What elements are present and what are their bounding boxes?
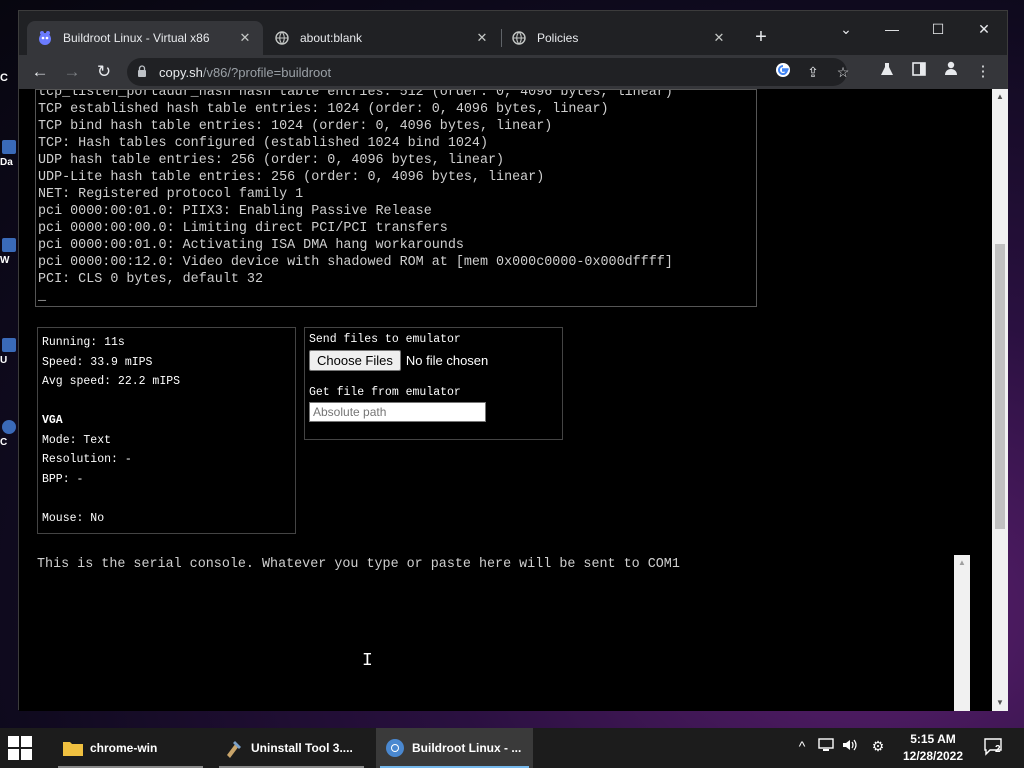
scroll-up-arrow-icon[interactable]: ▲ — [954, 555, 970, 571]
desktop-icon-fragment-1[interactable]: C — [0, 72, 18, 84]
close-icon[interactable]: ✕ — [711, 30, 727, 46]
desktop-app-icon — [2, 420, 16, 434]
new-tab-button[interactable]: + — [749, 25, 773, 49]
folder-icon — [62, 737, 84, 759]
taskbar-item-uninstall-tool[interactable]: Uninstall Tool 3.... — [215, 728, 368, 768]
tab-policies[interactable]: Policies ✕ — [501, 21, 737, 55]
tab-buildroot[interactable]: Buildroot Linux - Virtual x86 ✕ — [27, 21, 263, 55]
address-bar[interactable]: copy.sh/v86/?profile=buildroot ⇪ ☆ — [127, 58, 849, 86]
vga-mode: Mode: Text — [42, 433, 112, 447]
send-files-label: Send files to emulator — [309, 333, 461, 346]
tab-strip: Buildroot Linux - Virtual x86 ✕ about:bl… — [19, 11, 1007, 55]
settings-gear-icon[interactable]: ⚙ — [868, 738, 888, 755]
page-content: tcp_listen_portaddr_hash hash table entr… — [19, 89, 992, 711]
speed: Speed: 33.9 mIPS — [42, 355, 153, 369]
close-window-button[interactable]: ✕ — [961, 15, 1007, 43]
taskbar: chrome-win Uninstall Tool 3.... Buildroo… — [0, 728, 1024, 768]
chrome-icon — [384, 737, 406, 759]
google-icon[interactable] — [773, 62, 793, 82]
scroll-down-arrow-icon[interactable]: ▼ — [992, 695, 1008, 711]
desktop-icon-fragment-5[interactable]: C — [0, 420, 18, 448]
vga-resolution: Resolution: - — [42, 453, 132, 466]
desktop-icon-label: Da — [0, 157, 13, 168]
get-file-label: Get file from emulator — [309, 386, 461, 399]
scrollbar-thumb[interactable] — [995, 244, 1005, 529]
browser-toolbar: ← → ↻ copy.sh/v86/?profile=buildroot ⇪ ☆… — [19, 55, 1007, 89]
serial-scrollbar[interactable]: ▲ — [954, 555, 970, 711]
taskbar-item-label: Uninstall Tool 3.... — [251, 741, 353, 755]
desktop-icon-label: W — [0, 255, 10, 266]
reload-button[interactable]: ↻ — [92, 60, 116, 84]
running-time: Running: 11s — [42, 336, 125, 349]
taskbar-item-chrome-win[interactable]: chrome-win — [54, 728, 207, 768]
system-clock[interactable]: 5:15 AM 12/28/2022 — [895, 731, 971, 765]
uninstall-tool-icon — [223, 737, 245, 759]
no-file-text: No file chosen — [405, 353, 489, 368]
vga-bpp: BPP: - — [42, 472, 84, 486]
url-path: /v86/?profile=buildroot — [202, 64, 332, 80]
taskbar-item-label: Buildroot Linux - ... — [412, 741, 522, 755]
choose-files-button[interactable]: Choose Files — [309, 350, 401, 371]
tab-title: Buildroot Linux - Virtual x86 — [63, 31, 210, 45]
page-scrollbar[interactable]: ▲ ▼ — [992, 89, 1008, 711]
tab-search-button[interactable]: ⌄ — [823, 15, 869, 43]
network-icon[interactable] — [816, 738, 836, 755]
avg-speed: Avg speed: 22.2 mIPS — [42, 375, 181, 388]
chevron-up-icon[interactable]: ^ — [792, 738, 812, 754]
globe-icon — [511, 30, 527, 46]
volume-icon[interactable] — [840, 738, 860, 755]
clock-time: 5:15 AM — [910, 732, 956, 746]
vga-heading: VGA — [42, 414, 63, 427]
minimize-button[interactable]: — — [869, 15, 915, 43]
lock-icon — [137, 64, 149, 80]
close-icon[interactable]: ✕ — [474, 30, 490, 46]
forward-button[interactable]: → — [60, 60, 84, 84]
clock-date: 12/28/2022 — [902, 749, 964, 763]
desktop-icon-label: C — [0, 437, 8, 448]
notification-icon[interactable]: 2 — [984, 738, 1004, 756]
emulator-stats-panel: Running: 11s Speed: 33.9 mIPS Avg speed:… — [37, 327, 296, 534]
taskbar-item-buildroot[interactable]: Buildroot Linux - ... — [376, 728, 533, 768]
browser-window: Buildroot Linux - Virtual x86 ✕ about:bl… — [18, 10, 1008, 711]
mouse-status: Mouse: No — [42, 511, 105, 525]
desktop-icon-label: C — [0, 72, 8, 84]
kebab-menu-icon[interactable]: ⋮ — [971, 60, 995, 84]
back-button[interactable]: ← — [28, 60, 52, 84]
profile-icon[interactable] — [939, 60, 963, 84]
globe-icon — [274, 30, 290, 46]
desktop-icon-fragment-3[interactable]: W — [0, 238, 18, 266]
file-transfer-panel: Send files to emulator Choose Files No f… — [304, 327, 563, 440]
side-panel-icon[interactable] — [907, 60, 931, 84]
notification-count: 2 — [995, 744, 1001, 755]
taskbar-item-label: chrome-win — [90, 741, 158, 755]
tab-title: Policies — [537, 31, 579, 45]
close-icon[interactable]: ✕ — [237, 30, 253, 46]
absolute-path-input[interactable] — [309, 402, 486, 422]
desktop-icon-fragment-4[interactable]: U — [0, 338, 18, 366]
tab-title: about:blank — [300, 31, 363, 45]
tab-about-blank[interactable]: about:blank ✕ — [264, 21, 500, 55]
share-icon[interactable]: ⇪ — [803, 62, 823, 82]
text-cursor-icon: I — [362, 651, 373, 671]
desktop-app-icon — [2, 140, 16, 154]
desktop-app-icon — [2, 338, 16, 352]
vga-text-screen[interactable]: tcp_listen_portaddr_hash hash table entr… — [35, 89, 757, 307]
bookmark-star-icon[interactable]: ☆ — [833, 62, 853, 82]
serial-console-text: This is the serial console. Whatever you… — [37, 557, 680, 572]
v86-icon — [37, 30, 53, 46]
desktop-icon-fragment-2[interactable]: Da — [0, 140, 18, 168]
windows-start-icon[interactable] — [8, 736, 32, 760]
labs-flask-icon[interactable] — [875, 60, 899, 84]
maximize-button[interactable]: ☐ — [915, 15, 961, 43]
serial-console[interactable]: This is the serial console. Whatever you… — [35, 555, 970, 711]
desktop-app-icon — [2, 238, 16, 252]
desktop-icon-label: U — [0, 355, 8, 366]
url-host: copy.sh — [159, 64, 203, 80]
terminal-output: tcp_listen_portaddr_hash hash table entr… — [38, 89, 673, 304]
scroll-up-arrow-icon[interactable]: ▲ — [992, 89, 1008, 105]
